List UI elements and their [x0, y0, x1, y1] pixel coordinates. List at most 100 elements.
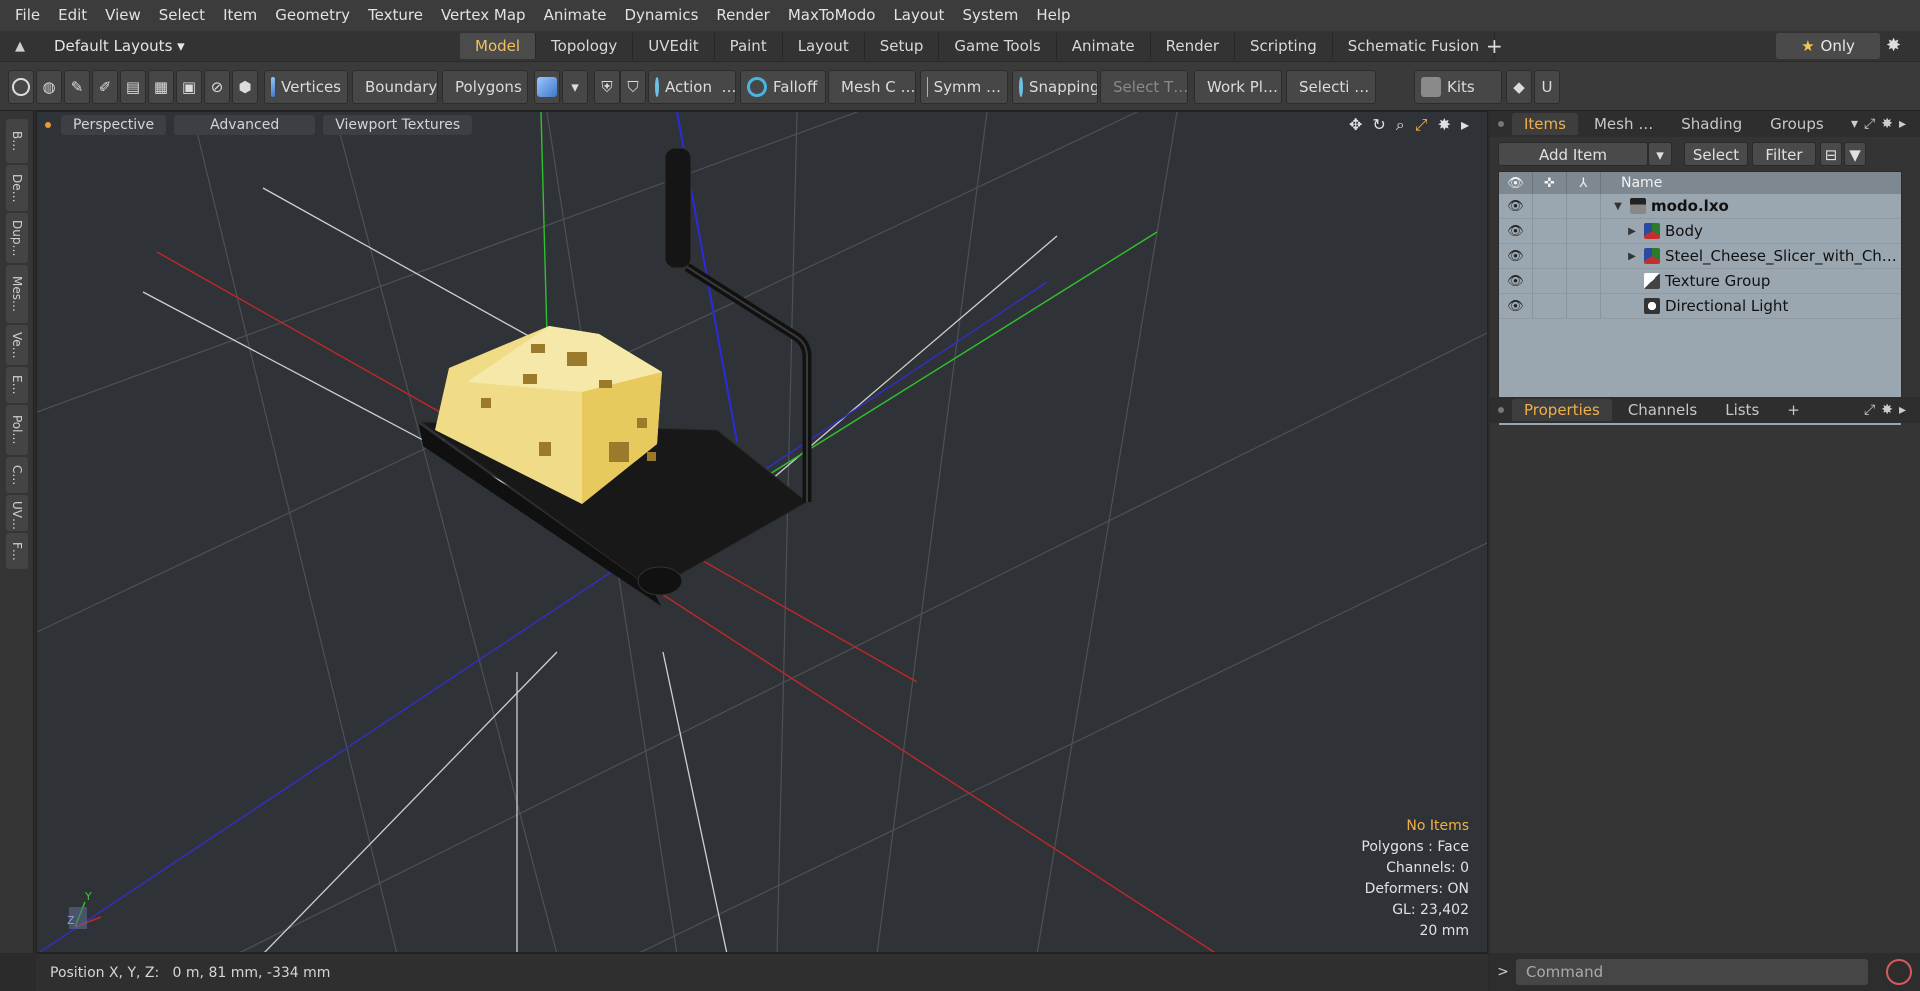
- layout-tab-paint[interactable]: Paint: [715, 33, 783, 59]
- menu-texture[interactable]: Texture: [359, 0, 432, 31]
- tree-row[interactable]: 👁 ▶ Body: [1499, 218, 1901, 244]
- layout-tab-animate[interactable]: Animate: [1057, 33, 1151, 59]
- left-tab-8[interactable]: UV…: [6, 495, 28, 531]
- left-tab-0[interactable]: B…: [6, 119, 28, 163]
- action-button[interactable]: Action …: [648, 70, 736, 104]
- polygons-button[interactable]: Polygons: [442, 70, 528, 104]
- layout-tab-game-tools[interactable]: Game Tools: [939, 33, 1057, 59]
- selection-sets-button[interactable]: Selecti …: [1286, 70, 1376, 104]
- lock-cell[interactable]: [1533, 293, 1567, 319]
- collapse-arrow-icon[interactable]: ▲: [0, 39, 40, 54]
- slash-circle-icon[interactable]: ⊘: [204, 70, 230, 104]
- menu-dynamics[interactable]: Dynamics: [615, 0, 707, 31]
- pan-icon[interactable]: ✥: [1349, 115, 1362, 135]
- tree-row[interactable]: 👁 Directional Light: [1499, 293, 1901, 319]
- tab-shading[interactable]: Shading: [1669, 113, 1754, 135]
- unreal-icon[interactable]: U: [1534, 70, 1560, 104]
- unity-icon[interactable]: ◆: [1506, 70, 1532, 104]
- viewport-menu-dot[interactable]: [45, 122, 51, 128]
- layout-tab-model[interactable]: Model: [460, 33, 537, 59]
- collapse-icon[interactable]: ⊟: [1820, 142, 1842, 166]
- left-tab-4[interactable]: Ve…: [6, 325, 28, 365]
- kits-button[interactable]: Kits: [1414, 70, 1502, 104]
- command-input[interactable]: Command: [1516, 959, 1868, 985]
- layout-tab-setup[interactable]: Setup: [865, 33, 940, 59]
- left-tab-1[interactable]: De…: [6, 165, 28, 211]
- maximize-icon[interactable]: ⤢: [1415, 115, 1428, 135]
- menu-geometry[interactable]: Geometry: [266, 0, 359, 31]
- menu-item[interactable]: Item: [214, 0, 266, 31]
- tree-row[interactable]: 👁 ▼ modo.lxo: [1499, 193, 1901, 219]
- filter-button[interactable]: Filter: [1752, 142, 1816, 166]
- lock-cell[interactable]: [1533, 268, 1567, 294]
- menu-view[interactable]: View: [96, 0, 150, 31]
- menu-edit[interactable]: Edit: [49, 0, 96, 31]
- expand-triangle-icon[interactable]: ▶: [1625, 251, 1639, 262]
- chevron-right-icon[interactable]: >: [1490, 964, 1516, 980]
- add-tab-button[interactable]: +: [1775, 399, 1812, 421]
- item-mode-icon[interactable]: [534, 70, 560, 104]
- default-layouts-dropdown[interactable]: Default Layouts ▾: [40, 37, 460, 55]
- layout-tab-scripting[interactable]: Scripting: [1235, 33, 1333, 59]
- viewport-textures-tab[interactable]: Viewport Textures: [323, 115, 473, 135]
- select-mode-icon[interactable]: [8, 70, 34, 104]
- advanced-tab[interactable]: Advanced: [174, 115, 316, 135]
- solid-cube-icon[interactable]: ⬢: [232, 70, 258, 104]
- snapping-button[interactable]: Snapping: [1012, 70, 1098, 104]
- panel-controls-icon[interactable]: ▾⤢✸▸: [1851, 116, 1912, 132]
- layout-tab-schematic-fusion[interactable]: Schematic Fusion: [1333, 33, 1496, 59]
- 3d-viewport[interactable]: Y Z Perspective Advanced Viewport Textur…: [36, 111, 1488, 953]
- layout-tab-render[interactable]: Render: [1151, 33, 1236, 59]
- lock-cell[interactable]: [1533, 218, 1567, 244]
- layout-tab-uvedit[interactable]: UVEdit: [633, 33, 715, 59]
- frame-icon[interactable]: ▣: [176, 70, 202, 104]
- menu-vertex-map[interactable]: Vertex Map: [432, 0, 535, 31]
- falloff-button[interactable]: Falloff: [740, 70, 826, 104]
- tab-groups[interactable]: Groups: [1758, 113, 1835, 135]
- visibility-eye-icon[interactable]: 👁: [1499, 193, 1533, 219]
- gear-icon[interactable]: ✸: [1886, 35, 1901, 56]
- lock-cell[interactable]: [1533, 193, 1567, 219]
- shield-icon[interactable]: ⛨: [594, 70, 620, 104]
- tab-lists[interactable]: Lists: [1713, 399, 1771, 421]
- left-tab-6[interactable]: Pol…: [6, 405, 28, 455]
- tab-mesh[interactable]: Mesh …: [1582, 113, 1665, 135]
- viewport-gear-icon[interactable]: ✸: [1438, 115, 1451, 135]
- boundary-button[interactable]: Boundary: [352, 70, 438, 104]
- add-item-button[interactable]: Add Item: [1498, 142, 1648, 166]
- work-plane-button[interactable]: Work Pl…: [1194, 70, 1282, 104]
- record-icon[interactable]: [1886, 959, 1912, 985]
- funnel-icon[interactable]: ▼: [1844, 142, 1866, 166]
- mesh-constraint-button[interactable]: Mesh C …: [828, 70, 916, 104]
- lock-cell[interactable]: [1533, 243, 1567, 269]
- add-item-dropdown-chevron-icon[interactable]: ▾: [1648, 142, 1672, 166]
- props-menu-dot[interactable]: [1498, 407, 1504, 413]
- left-tab-7[interactable]: C…: [6, 457, 28, 493]
- left-tab-3[interactable]: Mes…: [6, 265, 28, 323]
- menu-layout[interactable]: Layout: [884, 0, 953, 31]
- menu-file[interactable]: File: [6, 0, 49, 31]
- symmetry-button[interactable]: Symm …: [920, 70, 1008, 104]
- visibility-eye-icon[interactable]: 👁: [1499, 243, 1533, 269]
- globe-icon[interactable]: ◍: [36, 70, 62, 104]
- layout-tab-topology[interactable]: Topology: [536, 33, 634, 59]
- left-tab-5[interactable]: E…: [6, 367, 28, 403]
- perspective-tab[interactable]: Perspective: [61, 115, 167, 135]
- tab-channels[interactable]: Channels: [1616, 399, 1709, 421]
- expand-triangle-icon[interactable]: ▼: [1611, 201, 1625, 212]
- expand-triangle-icon[interactable]: ▶: [1625, 226, 1639, 237]
- vertices-button[interactable]: Vertices: [264, 70, 348, 104]
- tree-row[interactable]: 👁 Texture Group: [1499, 268, 1901, 294]
- menu-maxtomodo[interactable]: MaxToModo: [779, 0, 885, 31]
- zoom-icon[interactable]: ⌕: [1396, 115, 1405, 135]
- layers-icon[interactable]: ▤: [120, 70, 146, 104]
- visibility-eye-icon[interactable]: 👁: [1499, 268, 1533, 294]
- only-toggle[interactable]: ★ Only: [1776, 33, 1880, 59]
- triangle-right-icon[interactable]: ▸: [1461, 115, 1469, 135]
- visibility-eye-icon[interactable]: 👁: [1499, 293, 1533, 319]
- grid-icon[interactable]: ▦: [148, 70, 174, 104]
- select-through-button[interactable]: Select T…: [1100, 70, 1188, 104]
- menu-system[interactable]: System: [953, 0, 1027, 31]
- layout-tab-layout[interactable]: Layout: [783, 33, 865, 59]
- select-button[interactable]: Select: [1684, 142, 1748, 166]
